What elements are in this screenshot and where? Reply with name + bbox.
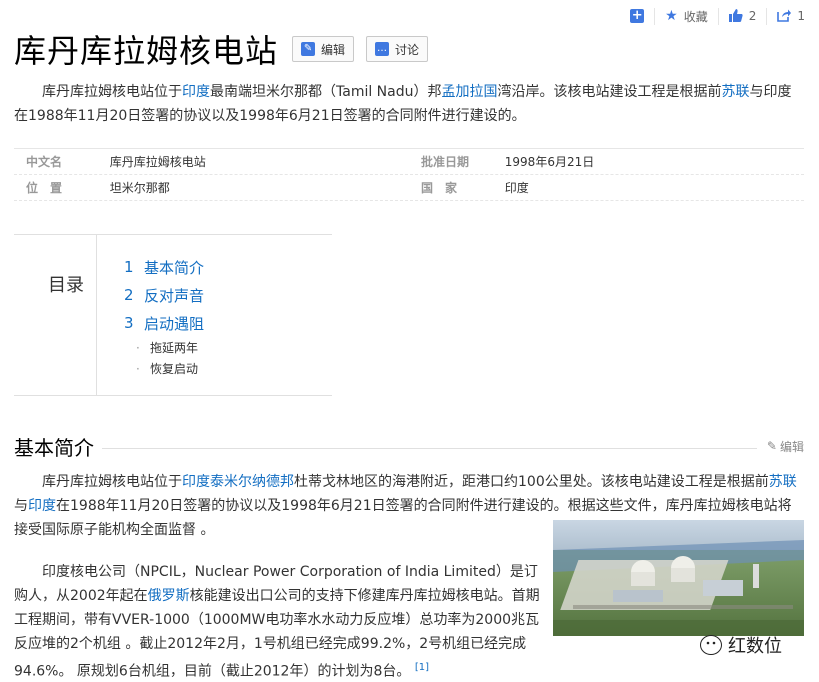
toc-item-opposition[interactable]: 2 反对声音 xyxy=(124,281,204,309)
field-name: 中文名 xyxy=(26,155,63,169)
country-link[interactable]: 印度 xyxy=(505,179,804,196)
share-icon xyxy=(777,8,792,25)
field-name: 位 置 xyxy=(26,181,63,195)
intro-text-1: 库丹库拉姆核电站位于 xyxy=(42,84,182,100)
toc-label: 反对声音 xyxy=(144,286,205,305)
share-count: 1 xyxy=(797,9,805,23)
edit-label: 编辑 xyxy=(321,42,346,57)
title-row: 库丹库拉姆核电站 ✎ 编辑 … 讨论 xyxy=(14,26,429,72)
bullet-icon: · xyxy=(136,361,140,376)
discuss-label: 讨论 xyxy=(395,42,420,57)
like-button[interactable]: 2 xyxy=(717,7,767,25)
intro-text-2: 最南端坦米尔那都（Tamil Nadu）邦 xyxy=(210,84,442,100)
toc-title: 目录 xyxy=(48,275,84,296)
toc-num: 3 xyxy=(124,314,134,332)
section-heading: 基本简介 ✎ 编辑 xyxy=(14,431,804,461)
discuss-button[interactable]: … 讨论 xyxy=(366,36,429,62)
intro-paragraph: 库丹库拉姆核电站位于印度最南端坦米尔那都（Tamil Nadu）邦孟加拉国湾沿岸… xyxy=(14,80,804,128)
toc-subitem-delay[interactable]: · 拖延两年 xyxy=(124,337,204,358)
field-name: 国 家 xyxy=(421,181,458,195)
star-icon: ★ xyxy=(665,8,678,24)
collect-label: 收藏 xyxy=(683,9,708,24)
reference-marker[interactable]: [1] xyxy=(415,662,429,673)
toc-num: 1 xyxy=(124,258,134,276)
toc-list: 1 基本简介 2 反对声音 3 启动遇阻 · 拖延两年 · 恢复启动 xyxy=(124,253,204,379)
basic-info-table: 中文名 库丹库拉姆核电站 批准日期 1998年6月21日 位 置 坦米尔那都 国… xyxy=(14,148,804,201)
thumbs-up-icon xyxy=(728,8,743,25)
link-tamil-nadu[interactable]: 泰米尔纳德邦 xyxy=(210,474,294,490)
collect-button[interactable]: ★ 收藏 xyxy=(654,7,718,25)
toc-item-basic-intro[interactable]: 1 基本简介 xyxy=(124,253,204,281)
toc-num: 2 xyxy=(124,286,134,304)
power-plant-photo[interactable] xyxy=(553,520,804,636)
field-value: 1998年6月21日 xyxy=(504,155,595,169)
pencil-icon: ✎ xyxy=(301,42,316,56)
toc-label: 基本简介 xyxy=(144,258,205,277)
npcil-paragraph: 印度核电公司（NPCIL，Nuclear Power Corporation o… xyxy=(14,560,550,682)
power-plant-image xyxy=(553,520,804,636)
field-value: 坦米尔那都 xyxy=(109,181,170,195)
page-title: 库丹库拉姆核电站 xyxy=(14,32,279,70)
p2-text-3: 与 xyxy=(14,498,28,514)
section-edit-label: 编辑 xyxy=(779,439,804,454)
section-divider xyxy=(102,447,757,449)
toc-item-startup-blocked[interactable]: 3 启动遇阻 xyxy=(124,309,204,337)
link-india[interactable]: 印度 xyxy=(182,474,210,490)
p2-text-2: 杜蒂戈林地区的海港附近，距港口约100公里处。该核电站建设工程是根据前 xyxy=(294,474,769,490)
pencil-icon: ✎ xyxy=(766,439,777,453)
share-button[interactable]: 1 xyxy=(766,7,815,25)
link-russia[interactable]: 俄罗斯 xyxy=(148,588,190,604)
wechat-icon xyxy=(700,635,722,655)
toc-subitem-restart[interactable]: · 恢复启动 xyxy=(124,358,204,379)
toc-sub-label: 恢复启动 xyxy=(150,362,199,376)
bullet-icon: · xyxy=(136,340,140,355)
toc-sub-label: 拖延两年 xyxy=(150,341,199,355)
edit-button[interactable]: ✎ 编辑 xyxy=(292,36,355,62)
top-action-bar: + ★ 收藏 2 1 xyxy=(620,6,815,26)
link-bangladesh[interactable]: 孟加拉国 xyxy=(442,84,498,100)
table-of-contents: 目录 1 基本简介 2 反对声音 3 启动遇阻 · 拖延两年 · 恢复启动 xyxy=(14,234,332,396)
section-edit-button[interactable]: ✎ 编辑 xyxy=(757,438,804,455)
like-count: 2 xyxy=(748,9,757,23)
toc-title-cell: 目录 xyxy=(14,235,97,395)
chat-icon: … xyxy=(375,42,390,56)
add-button[interactable]: + xyxy=(620,9,654,23)
section-title: 基本简介 xyxy=(14,431,102,461)
intro-text-3: 湾沿岸。该核电站建设工程是根据前 xyxy=(497,84,722,100)
link-soviet-union[interactable]: 苏联 xyxy=(722,84,750,100)
toc-label: 启动遇阻 xyxy=(144,314,205,333)
plus-icon: + xyxy=(630,8,645,23)
field-value: 库丹库拉姆核电站 xyxy=(109,155,206,169)
field-name: 批准日期 xyxy=(421,155,470,169)
link-india[interactable]: 印度 xyxy=(182,84,210,100)
watermark: 红数位 xyxy=(700,632,782,658)
p2-text-1: 库丹库拉姆核电站位于 xyxy=(42,474,182,490)
basic-info-row: 位 置 坦米尔那都 国 家 印度 xyxy=(14,175,804,201)
watermark-text: 红数位 xyxy=(728,636,782,657)
basic-info-row: 中文名 库丹库拉姆核电站 批准日期 1998年6月21日 xyxy=(14,149,804,175)
link-soviet-union[interactable]: 苏联 xyxy=(769,474,797,490)
link-india[interactable]: 印度 xyxy=(28,498,56,514)
